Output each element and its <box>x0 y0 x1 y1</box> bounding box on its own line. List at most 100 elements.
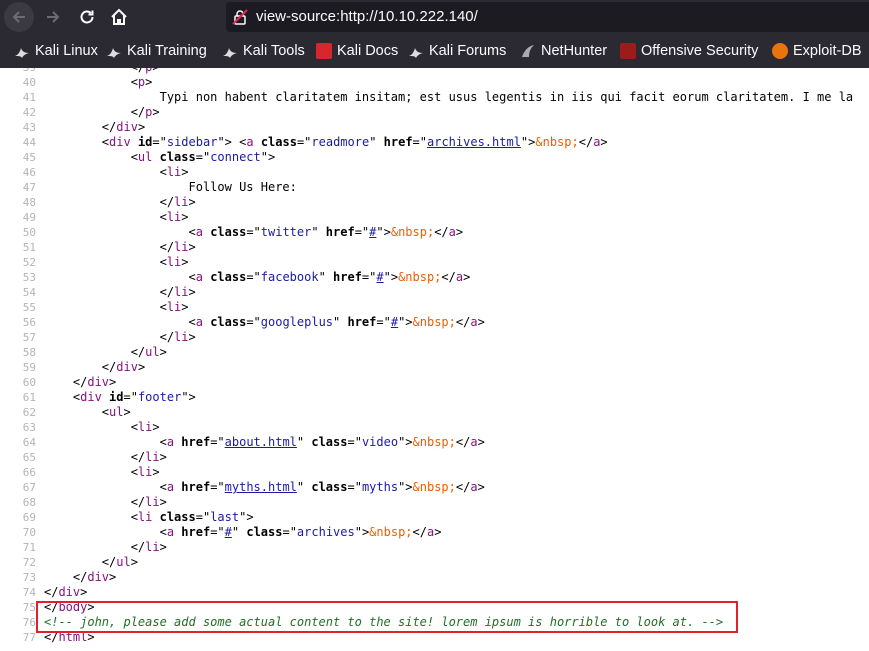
line-code: <ul> <box>44 405 131 419</box>
source-line: 39 </p> <box>0 68 869 75</box>
bookmark-kali-forums[interactable]: Kali Forums <box>408 34 506 68</box>
line-code: </ul> <box>44 345 167 359</box>
source-line: 53 <a class="facebook" href="#">&nbsp;</… <box>0 270 869 285</box>
source-code: 39 </p> 40 <p>41 Typi non habent clarita… <box>0 68 869 645</box>
line-code: Typi non habent claritatem insitam; est … <box>44 90 854 104</box>
line-number: 39 <box>0 68 36 75</box>
source-line: 66 <li> <box>0 465 869 480</box>
line-code: <p> <box>44 75 153 89</box>
line-number: 76 <box>22 616 36 629</box>
address-bar[interactable]: view-source:http://10.10.222.140/ <box>226 2 869 32</box>
url-text[interactable]: view-source:http://10.10.222.140/ <box>256 8 478 25</box>
line-code: </li> <box>44 450 167 464</box>
line-code: <li> <box>44 255 189 269</box>
bookmark-exploit-db[interactable]: Exploit-DB <box>772 34 862 68</box>
line-number: 57 <box>22 331 36 344</box>
home-icon <box>111 8 127 25</box>
browser-toolbar: view-source:http://10.10.222.140/ <box>0 0 869 34</box>
line-code: </ul> <box>44 555 138 569</box>
kali-dragon-icon <box>106 43 122 59</box>
line-code: </li> <box>44 495 167 509</box>
source-line: 55 <li> <box>0 300 869 315</box>
line-code: </p> <box>44 105 160 119</box>
line-code: <a href="#" class="archives">&nbsp;</a> <box>44 525 442 539</box>
bookmark-offensive-security[interactable]: Offensive Security <box>620 34 758 68</box>
back-button[interactable] <box>4 2 34 32</box>
source-line: 40 <p> <box>0 75 869 90</box>
source-link[interactable]: # <box>391 315 398 329</box>
reload-icon <box>80 10 94 24</box>
line-number: 42 <box>22 106 36 119</box>
home-button[interactable] <box>104 2 134 32</box>
line-code: Follow Us Here: <box>44 180 297 194</box>
line-number: 68 <box>22 496 36 509</box>
line-code: </div> <box>44 375 117 389</box>
bookmark-nethunter[interactable]: NetHunter <box>520 34 607 68</box>
bookmark-kali-linux[interactable]: Kali Linux <box>14 34 98 68</box>
bookmark-label: Kali Training <box>127 43 207 59</box>
line-number: 66 <box>22 466 36 479</box>
source-line: 58 </ul> <box>0 345 869 360</box>
source-line: 56 <a class="googleplus" href="#">&nbsp;… <box>0 315 869 330</box>
source-line: 69 <li class="last"> <box>0 510 869 525</box>
insecure-lock-icon[interactable] <box>232 9 248 25</box>
source-line: 41 Typi non habent claritatem insitam; e… <box>0 90 869 105</box>
bookmark-label: Kali Forums <box>429 43 507 59</box>
source-line: 64 <a href="about.html" class="video">&n… <box>0 435 869 450</box>
line-code: <li> <box>44 465 160 479</box>
line-number: 49 <box>22 211 36 224</box>
source-line: 52 <li> <box>0 255 869 270</box>
line-number: 69 <box>22 511 36 524</box>
line-number: 44 <box>22 136 36 149</box>
source-line: 51 </li> <box>0 240 869 255</box>
bookmark-kali-training[interactable]: Kali Training <box>106 34 207 68</box>
line-code: <a class="twitter" href="#">&nbsp;</a> <box>44 225 464 239</box>
line-code: <li> <box>44 300 189 314</box>
line-code: </div> <box>44 120 146 134</box>
source-line: 72 </ul> <box>0 555 869 570</box>
source-line: 54 </li> <box>0 285 869 300</box>
source-link[interactable]: about.html <box>225 435 297 449</box>
line-number: 41 <box>22 91 36 104</box>
line-code: </p> <box>44 68 167 75</box>
reload-button[interactable] <box>72 2 102 32</box>
line-number: 52 <box>22 256 36 269</box>
source-line: 74 </div> <box>0 585 869 600</box>
line-number: 75 <box>22 601 36 614</box>
kali-dragon-icon <box>14 43 30 59</box>
line-code: <li> <box>44 165 189 179</box>
source-line: 59 </div> <box>0 360 869 375</box>
bookmark-kali-tools[interactable]: Kali Tools <box>222 34 305 68</box>
source-link[interactable]: # <box>225 525 232 539</box>
line-code: <li> <box>44 210 189 224</box>
source-line: 46 <li> <box>0 165 869 180</box>
source-link[interactable]: myths.html <box>225 480 297 494</box>
line-number: 64 <box>22 436 36 449</box>
line-number: 50 <box>22 226 36 239</box>
line-code: <li class="last"> <box>44 510 254 524</box>
source-line: 47 Follow Us Here: <box>0 180 869 195</box>
bookmark-label: Kali Tools <box>243 43 305 59</box>
arrow-left-icon <box>12 11 25 23</box>
line-code: <a class="googleplus" href="#">&nbsp;</a… <box>44 315 485 329</box>
line-number: 61 <box>22 391 36 404</box>
line-number: 54 <box>22 286 36 299</box>
line-code: <li> <box>44 420 160 434</box>
source-link[interactable]: archives.html <box>427 135 521 149</box>
bookmark-kali-docs[interactable]: Kali Docs <box>316 34 398 68</box>
source-line: 70 <a href="#" class="archives">&nbsp;</… <box>0 525 869 540</box>
kali-dragon-icon <box>408 43 424 59</box>
line-number: 71 <box>22 541 36 554</box>
bookmark-label: Kali Linux <box>35 43 98 59</box>
source-link[interactable]: # <box>376 270 383 284</box>
line-number: 58 <box>22 346 36 359</box>
forward-button[interactable] <box>38 2 68 32</box>
source-line: 62 <ul> <box>0 405 869 420</box>
line-code: </li> <box>44 195 196 209</box>
line-number: 56 <box>22 316 36 329</box>
line-number: 47 <box>22 181 36 194</box>
line-code: </li> <box>44 540 167 554</box>
line-number: 45 <box>22 151 36 164</box>
source-line: 68 </li> <box>0 495 869 510</box>
line-number: 59 <box>22 361 36 374</box>
